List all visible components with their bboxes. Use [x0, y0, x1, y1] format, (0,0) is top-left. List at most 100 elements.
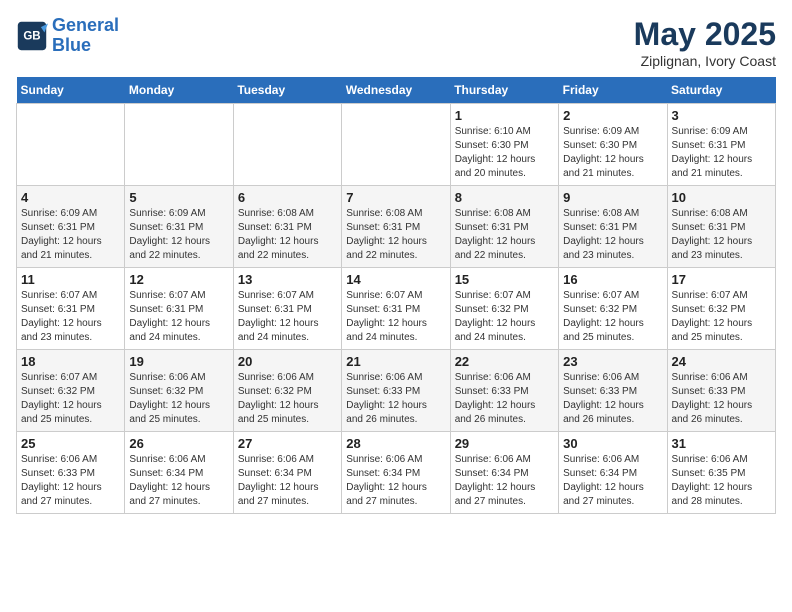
calendar-cell: 26 Sunrise: 6:06 AM Sunset: 6:34 PM Dayli…: [125, 432, 233, 514]
day-info: Sunrise: 6:06 AM Sunset: 6:33 PM Dayligh…: [21, 453, 120, 509]
day-number: 7: [346, 190, 445, 205]
calendar-subtitle: Ziplignan, Ivory Coast: [634, 53, 776, 69]
calendar-week: 18 Sunrise: 6:07 AM Sunset: 6:32 PM Dayli…: [17, 350, 776, 432]
calendar-cell: 3Sunrise: 6:09 AM Sunset: 6:31 PM Daylig…: [667, 104, 775, 186]
weekday-header: Sunday: [17, 77, 125, 104]
calendar-cell: 24Sunrise: 6:06 AM Sunset: 6:33 PM Dayli…: [667, 350, 775, 432]
title-block: May 2025 Ziplignan, Ivory Coast: [634, 16, 776, 69]
calendar-cell: [342, 104, 450, 186]
day-number: 17: [672, 272, 771, 287]
day-number: 16: [563, 272, 662, 287]
day-number: 4: [21, 190, 120, 205]
calendar-cell: 13Sunrise: 6:07 AM Sunset: 6:31 PM Dayli…: [233, 268, 341, 350]
calendar-header: SundayMondayTuesdayWednesdayThursdayFrid…: [17, 77, 776, 104]
day-info: Sunrise: 6:07 AM Sunset: 6:31 PM Dayligh…: [346, 289, 445, 345]
calendar-cell: 21Sunrise: 6:06 AM Sunset: 6:33 PM Dayli…: [342, 350, 450, 432]
day-info: Sunrise: 6:07 AM Sunset: 6:31 PM Dayligh…: [21, 289, 120, 345]
day-number: 29: [455, 436, 554, 451]
day-number: 31: [672, 436, 771, 451]
calendar-cell: 19Sunrise: 6:06 AM Sunset: 6:32 PM Dayli…: [125, 350, 233, 432]
logo-icon: GB: [16, 20, 48, 52]
day-info: Sunrise: 6:09 AM Sunset: 6:30 PM Dayligh…: [563, 125, 662, 181]
weekday-header: Monday: [125, 77, 233, 104]
day-number: 1: [455, 108, 554, 123]
calendar-cell: [17, 104, 125, 186]
weekday-header: Thursday: [450, 77, 558, 104]
calendar-cell: 16Sunrise: 6:07 AM Sunset: 6:32 PM Dayli…: [559, 268, 667, 350]
day-info: Sunrise: 6:08 AM Sunset: 6:31 PM Dayligh…: [238, 207, 337, 263]
calendar-week: 11 Sunrise: 6:07 AM Sunset: 6:31 PM Dayli…: [17, 268, 776, 350]
calendar-title: May 2025: [634, 16, 776, 53]
calendar-cell: 5 Sunrise: 6:09 AM Sunset: 6:31 PM Daylig…: [125, 186, 233, 268]
calendar-cell: 9 Sunrise: 6:08 AM Sunset: 6:31 PM Daylig…: [559, 186, 667, 268]
calendar-cell: 28 Sunrise: 6:06 AM Sunset: 6:34 PM Dayli…: [342, 432, 450, 514]
day-number: 30: [563, 436, 662, 451]
day-info: Sunrise: 6:07 AM Sunset: 6:31 PM Dayligh…: [238, 289, 337, 345]
day-number: 14: [346, 272, 445, 287]
day-number: 12: [129, 272, 228, 287]
day-number: 6: [238, 190, 337, 205]
day-info: Sunrise: 6:06 AM Sunset: 6:33 PM Dayligh…: [455, 371, 554, 427]
calendar-week: 1 Sunrise: 6:10 AM Sunset: 6:30 PM Daylig…: [17, 104, 776, 186]
svg-text:GB: GB: [23, 30, 40, 42]
calendar-cell: 22 Sunrise: 6:06 AM Sunset: 6:33 PM Dayli…: [450, 350, 558, 432]
day-info: Sunrise: 6:10 AM Sunset: 6:30 PM Dayligh…: [455, 125, 554, 181]
day-number: 10: [672, 190, 771, 205]
calendar-cell: 11 Sunrise: 6:07 AM Sunset: 6:31 PM Dayli…: [17, 268, 125, 350]
calendar-cell: 15Sunrise: 6:07 AM Sunset: 6:32 PM Dayli…: [450, 268, 558, 350]
day-info: Sunrise: 6:07 AM Sunset: 6:32 PM Dayligh…: [672, 289, 771, 345]
calendar-cell: 7 Sunrise: 6:08 AM Sunset: 6:31 PM Daylig…: [342, 186, 450, 268]
day-number: 8: [455, 190, 554, 205]
day-number: 26: [129, 436, 228, 451]
day-info: Sunrise: 6:06 AM Sunset: 6:32 PM Dayligh…: [238, 371, 337, 427]
weekday-header: Tuesday: [233, 77, 341, 104]
day-number: 5: [129, 190, 228, 205]
day-info: Sunrise: 6:09 AM Sunset: 6:31 PM Dayligh…: [21, 207, 120, 263]
day-number: 27: [238, 436, 337, 451]
logo-line1: General: [52, 15, 119, 35]
calendar-cell: 8 Sunrise: 6:08 AM Sunset: 6:31 PM Daylig…: [450, 186, 558, 268]
day-info: Sunrise: 6:06 AM Sunset: 6:34 PM Dayligh…: [563, 453, 662, 509]
calendar-cell: 12Sunrise: 6:07 AM Sunset: 6:31 PM Dayli…: [125, 268, 233, 350]
day-number: 28: [346, 436, 445, 451]
calendar-cell: 2 Sunrise: 6:09 AM Sunset: 6:30 PM Daylig…: [559, 104, 667, 186]
weekday-header: Wednesday: [342, 77, 450, 104]
day-number: 23: [563, 354, 662, 369]
calendar-cell: 4 Sunrise: 6:09 AM Sunset: 6:31 PM Daylig…: [17, 186, 125, 268]
calendar-cell: 23Sunrise: 6:06 AM Sunset: 6:33 PM Dayli…: [559, 350, 667, 432]
calendar-cell: 1 Sunrise: 6:10 AM Sunset: 6:30 PM Daylig…: [450, 104, 558, 186]
day-number: 24: [672, 354, 771, 369]
page-header: GB General Blue May 2025 Ziplignan, Ivor…: [16, 16, 776, 69]
day-info: Sunrise: 6:06 AM Sunset: 6:34 PM Dayligh…: [346, 453, 445, 509]
day-info: Sunrise: 6:06 AM Sunset: 6:34 PM Dayligh…: [129, 453, 228, 509]
day-info: Sunrise: 6:08 AM Sunset: 6:31 PM Dayligh…: [563, 207, 662, 263]
day-number: 2: [563, 108, 662, 123]
day-info: Sunrise: 6:06 AM Sunset: 6:34 PM Dayligh…: [238, 453, 337, 509]
calendar-cell: [233, 104, 341, 186]
day-number: 11: [21, 272, 120, 287]
calendar-week: 4 Sunrise: 6:09 AM Sunset: 6:31 PM Daylig…: [17, 186, 776, 268]
weekday-header: Saturday: [667, 77, 775, 104]
day-info: Sunrise: 6:06 AM Sunset: 6:33 PM Dayligh…: [346, 371, 445, 427]
calendar-cell: [125, 104, 233, 186]
day-number: 20: [238, 354, 337, 369]
day-info: Sunrise: 6:08 AM Sunset: 6:31 PM Dayligh…: [455, 207, 554, 263]
day-info: Sunrise: 6:09 AM Sunset: 6:31 PM Dayligh…: [129, 207, 228, 263]
day-number: 9: [563, 190, 662, 205]
calendar-cell: 25 Sunrise: 6:06 AM Sunset: 6:33 PM Dayli…: [17, 432, 125, 514]
day-number: 22: [455, 354, 554, 369]
logo-line2: Blue: [52, 35, 91, 55]
day-info: Sunrise: 6:08 AM Sunset: 6:31 PM Dayligh…: [346, 207, 445, 263]
day-number: 25: [21, 436, 120, 451]
day-number: 18: [21, 354, 120, 369]
logo: GB General Blue: [16, 16, 119, 56]
day-info: Sunrise: 6:08 AM Sunset: 6:31 PM Dayligh…: [672, 207, 771, 263]
calendar-cell: 20 Sunrise: 6:06 AM Sunset: 6:32 PM Dayli…: [233, 350, 341, 432]
calendar-cell: 31 Sunrise: 6:06 AM Sunset: 6:35 PM Dayli…: [667, 432, 775, 514]
calendar-cell: 18 Sunrise: 6:07 AM Sunset: 6:32 PM Dayli…: [17, 350, 125, 432]
day-info: Sunrise: 6:07 AM Sunset: 6:32 PM Dayligh…: [455, 289, 554, 345]
calendar-cell: 6 Sunrise: 6:08 AM Sunset: 6:31 PM Daylig…: [233, 186, 341, 268]
day-info: Sunrise: 6:07 AM Sunset: 6:32 PM Dayligh…: [21, 371, 120, 427]
day-info: Sunrise: 6:09 AM Sunset: 6:31 PM Dayligh…: [672, 125, 771, 181]
day-info: Sunrise: 6:06 AM Sunset: 6:35 PM Dayligh…: [672, 453, 771, 509]
